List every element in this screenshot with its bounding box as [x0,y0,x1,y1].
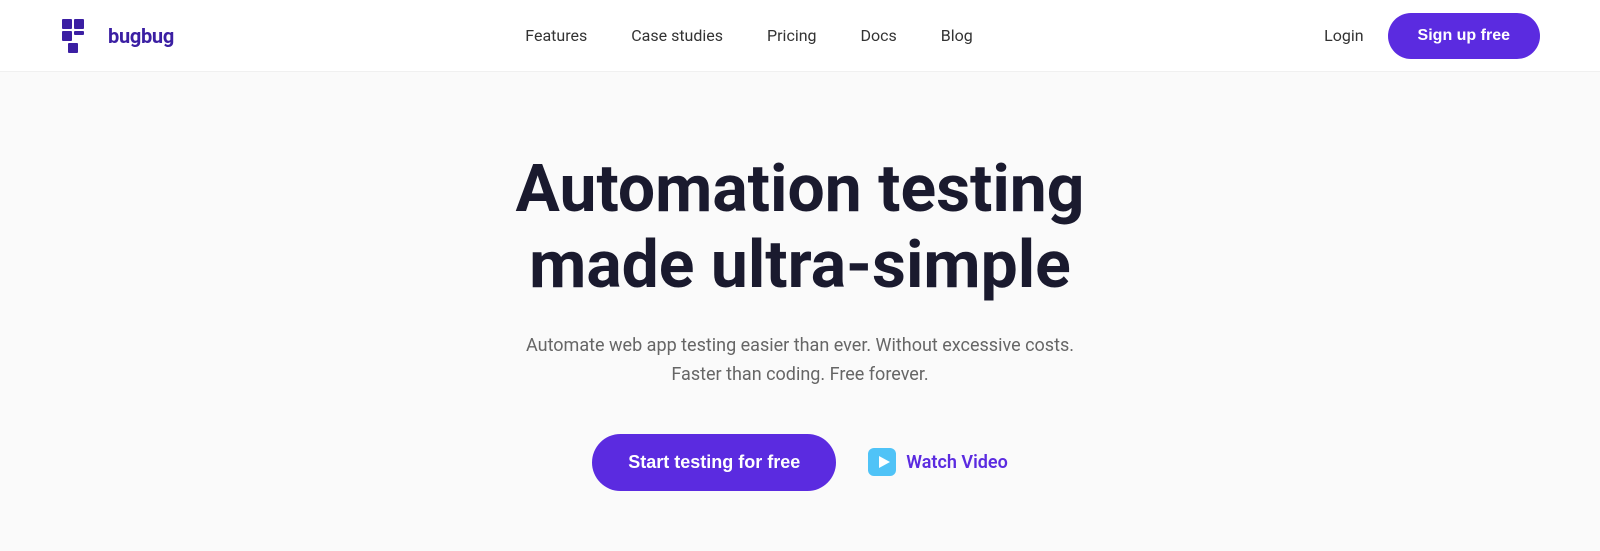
signup-button[interactable]: Sign up free [1388,13,1540,59]
hero-subtitle-line2: Faster than coding. Free forever. [671,364,928,385]
navbar: bugbug Features Case studies Pricing Doc… [0,0,1600,72]
hero-title: Automation testing made ultra-simple [516,152,1085,304]
logo[interactable]: bugbug [60,17,174,55]
nav-link-case-studies[interactable]: Case studies [631,26,723,45]
play-icon [868,448,896,476]
logo-text: bugbug [108,24,174,48]
nav-link-features[interactable]: Features [525,26,587,45]
nav-link-pricing[interactable]: Pricing [767,26,817,45]
bugbug-logo-icon [60,17,98,55]
watch-video-label: Watch Video [906,452,1008,473]
nav-actions: Login Sign up free [1324,13,1540,59]
nav-link-docs[interactable]: Docs [861,26,897,45]
login-link[interactable]: Login [1324,26,1363,45]
hero-title-line2: made ultra-simple [529,227,1071,304]
hero-subtitle-line1: Automate web app testing easier than eve… [526,335,1074,356]
hero-section: Automation testing made ultra-simple Aut… [0,72,1600,551]
hero-subtitle: Automate web app testing easier than eve… [526,332,1074,390]
start-testing-button[interactable]: Start testing for free [592,434,836,491]
hero-actions: Start testing for free Watch Video [592,434,1008,491]
hero-title-line1: Automation testing [516,151,1085,228]
watch-video-button[interactable]: Watch Video [868,448,1008,476]
nav-link-blog[interactable]: Blog [941,26,973,45]
nav-links: Features Case studies Pricing Docs Blog [525,26,972,45]
